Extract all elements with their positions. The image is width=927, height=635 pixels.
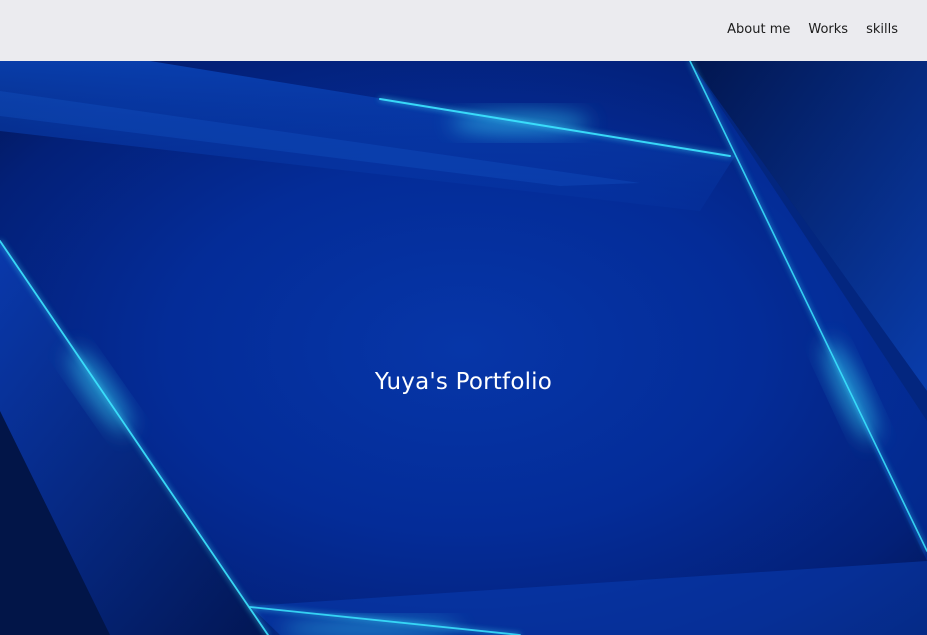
nav-link-skills[interactable]: skills — [866, 20, 898, 40]
nav-link-about[interactable]: About me — [727, 20, 790, 40]
top-band-shape — [0, 61, 735, 211]
hero-background-graphic — [0, 61, 927, 635]
nav-link-works[interactable]: Works — [808, 20, 848, 40]
hero-title: Yuya's Portfolio — [374, 369, 553, 395]
site-header: About me Works skills — [0, 0, 927, 61]
hero-section: Yuya's Portfolio — [0, 61, 927, 635]
main-nav: About me Works skills — [727, 20, 898, 40]
